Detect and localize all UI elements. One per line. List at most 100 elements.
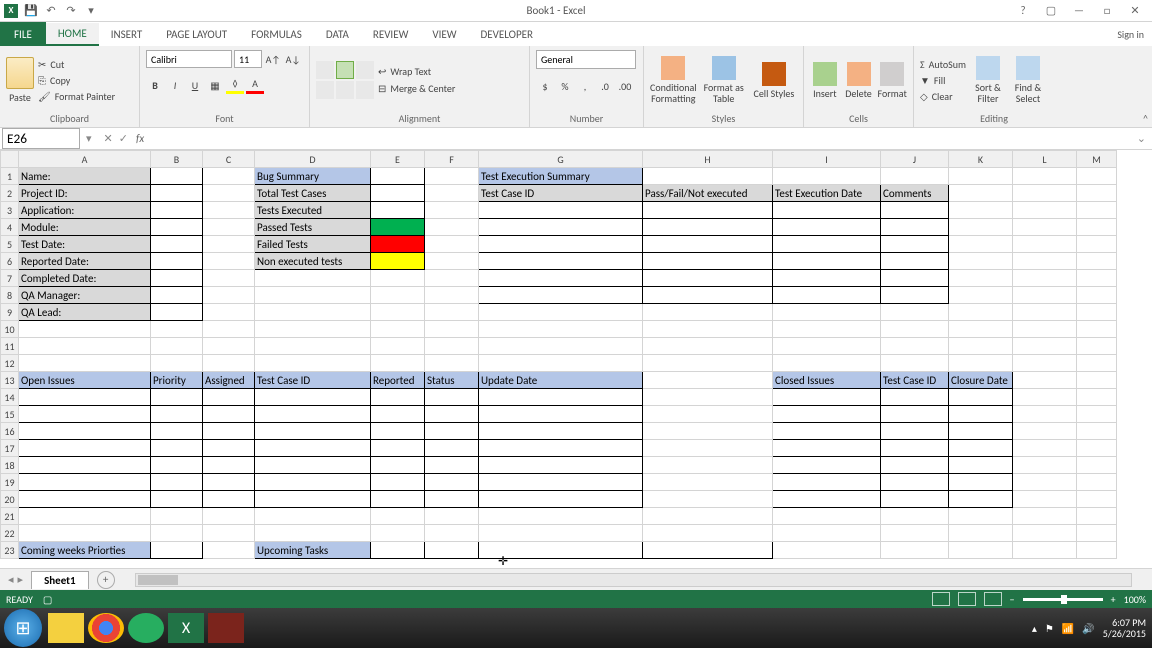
tab-page-layout[interactable]: PAGE LAYOUT <box>154 24 239 45</box>
view-normal-button[interactable] <box>932 592 950 606</box>
align-center-button[interactable] <box>336 81 354 99</box>
sheet-tab[interactable]: Sheet1 <box>31 571 89 589</box>
explorer-icon[interactable] <box>48 613 84 643</box>
col-header[interactable]: F <box>425 151 479 168</box>
expand-formula-icon[interactable]: ⌄ <box>1131 132 1152 145</box>
clock[interactable]: 6:07 PM 5/26/2015 <box>1103 617 1146 639</box>
col-header[interactable]: C <box>203 151 255 168</box>
tray-volume-icon[interactable]: 🔊 <box>1082 622 1094 635</box>
col-header[interactable]: M <box>1077 151 1117 168</box>
col-header[interactable]: E <box>371 151 425 168</box>
tray-flag-icon[interactable]: ⚑ <box>1045 622 1054 635</box>
decrease-font-icon[interactable]: A↓ <box>284 50 302 68</box>
font-size-select[interactable] <box>234 50 262 68</box>
align-right-button[interactable] <box>356 81 374 99</box>
sort-filter-button[interactable]: Sort & Filter <box>970 56 1006 104</box>
wrap-text-button[interactable]: ↩Wrap Text <box>378 65 455 78</box>
decrease-decimal-button[interactable]: .00 <box>616 77 634 95</box>
merge-center-button[interactable]: ⊟Merge & Center <box>378 82 455 95</box>
col-header[interactable]: A <box>19 151 151 168</box>
macro-record-icon[interactable]: ▢ <box>43 593 52 606</box>
tray-network-icon[interactable]: 📶 <box>1062 622 1074 635</box>
col-header[interactable]: D <box>255 151 371 168</box>
format-cells-button[interactable]: Format <box>877 62 907 99</box>
cell-styles-button[interactable]: Cell Styles <box>751 62 797 99</box>
conditional-formatting-button[interactable]: Conditional Formatting <box>650 56 697 104</box>
tab-data[interactable]: DATA <box>314 24 361 45</box>
underline-button[interactable]: U <box>186 76 204 94</box>
bold-button[interactable]: B <box>146 76 164 94</box>
col-header[interactable]: L <box>1013 151 1077 168</box>
start-button[interactable]: ⊞ <box>4 609 42 647</box>
excel-taskbar-icon[interactable]: X <box>168 613 204 643</box>
clear-button[interactable]: ◇Clear <box>920 90 966 103</box>
maximize-button[interactable]: □ <box>1098 4 1116 18</box>
copy-button[interactable]: ⎘Copy <box>38 74 115 87</box>
collapse-ribbon-icon[interactable]: ^ <box>1143 112 1148 125</box>
app2-icon[interactable] <box>208 613 244 643</box>
zoom-slider[interactable] <box>1023 598 1103 601</box>
increase-decimal-button[interactable]: .0 <box>596 77 614 95</box>
redo-icon[interactable]: ↷ <box>64 4 78 18</box>
col-header[interactable]: B <box>151 151 203 168</box>
horizontal-scrollbar[interactable] <box>135 573 1132 587</box>
delete-cells-button[interactable]: Delete <box>844 62 874 99</box>
autosum-button[interactable]: ΣAutoSum <box>920 58 966 71</box>
select-all-corner[interactable] <box>1 151 19 168</box>
zoom-level[interactable]: 100% <box>1124 593 1146 606</box>
format-as-table-button[interactable]: Format as Table <box>701 56 747 104</box>
spreadsheet-grid[interactable]: A B C D E F G H I J K L M 1Name:Bug Summ… <box>0 150 1152 568</box>
align-left-button[interactable] <box>316 81 334 99</box>
tab-formulas[interactable]: FORMULAS <box>239 24 314 45</box>
border-button[interactable]: ▦ <box>206 76 224 94</box>
view-layout-button[interactable] <box>958 592 976 606</box>
currency-button[interactable]: $ <box>536 77 554 95</box>
chrome-icon[interactable] <box>88 613 124 643</box>
next-sheet-icon[interactable]: ▸ <box>18 573 24 586</box>
cut-button[interactable]: ✂Cut <box>38 58 115 71</box>
minimize-button[interactable]: — <box>1070 4 1088 18</box>
tray-up-icon[interactable]: ▴ <box>1032 622 1037 635</box>
name-box[interactable] <box>2 128 80 149</box>
number-format-select[interactable] <box>536 50 636 69</box>
enter-formula-icon[interactable]: ✓ <box>119 132 128 145</box>
tab-review[interactable]: REVIEW <box>361 24 421 45</box>
col-header[interactable]: J <box>881 151 949 168</box>
app-icon[interactable] <box>128 613 164 643</box>
col-header[interactable]: H <box>643 151 773 168</box>
insert-cells-button[interactable]: Insert <box>810 62 840 99</box>
fill-button[interactable]: ▼Fill <box>920 74 966 87</box>
qat-dropdown-icon[interactable]: ▾ <box>84 4 98 18</box>
save-icon[interactable]: 💾 <box>24 4 38 18</box>
align-top-button[interactable] <box>316 61 334 79</box>
format-painter-button[interactable]: 🖌Format Painter <box>38 90 115 103</box>
undo-icon[interactable]: ↶ <box>44 4 58 18</box>
zoom-out-button[interactable]: − <box>1010 593 1015 606</box>
col-header[interactable]: I <box>773 151 881 168</box>
help-icon[interactable]: ? <box>1014 4 1032 18</box>
zoom-in-button[interactable]: + <box>1111 593 1116 606</box>
paste-button[interactable]: Paste <box>6 57 34 104</box>
align-middle-button[interactable] <box>336 61 354 79</box>
find-select-button[interactable]: Find & Select <box>1010 56 1046 104</box>
italic-button[interactable]: I <box>166 76 184 94</box>
font-color-button[interactable]: A <box>246 76 264 94</box>
ribbon-options-icon[interactable]: ▢ <box>1042 4 1060 18</box>
cancel-formula-icon[interactable]: ✕ <box>104 132 113 145</box>
tab-view[interactable]: VIEW <box>420 24 468 45</box>
tab-file[interactable]: FILE <box>0 22 46 46</box>
col-header[interactable]: G <box>479 151 643 168</box>
close-button[interactable]: ✕ <box>1126 4 1144 18</box>
col-header[interactable]: K <box>949 151 1013 168</box>
add-sheet-button[interactable]: + <box>97 571 115 589</box>
percent-button[interactable]: % <box>556 77 574 95</box>
font-name-select[interactable] <box>146 50 232 68</box>
increase-font-icon[interactable]: A↑ <box>264 50 282 68</box>
align-bottom-button[interactable] <box>356 61 374 79</box>
formula-input[interactable] <box>148 129 1131 148</box>
prev-sheet-icon[interactable]: ◂ <box>8 573 14 586</box>
comma-button[interactable]: , <box>576 77 594 95</box>
sign-in-link[interactable]: Sign in <box>1117 28 1152 41</box>
fx-icon[interactable]: fx <box>136 132 148 145</box>
tab-developer[interactable]: DEVELOPER <box>469 24 545 45</box>
